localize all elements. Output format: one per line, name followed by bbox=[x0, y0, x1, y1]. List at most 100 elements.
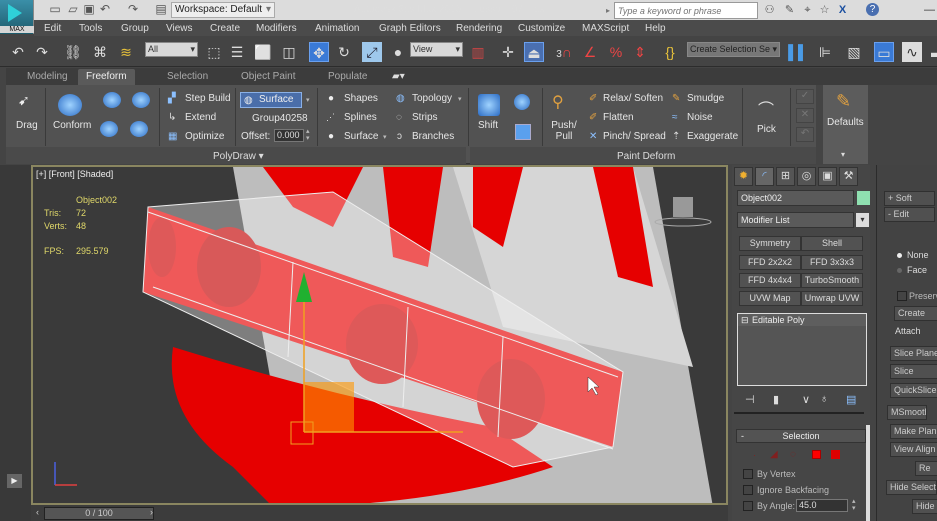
modifier-shell-button[interactable]: Shell bbox=[801, 236, 863, 251]
menu-customize[interactable]: Customize bbox=[518, 23, 565, 34]
prev-frame-icon[interactable]: ‹ bbox=[36, 507, 39, 517]
hierarchy-tab-icon[interactable]: ⊞ bbox=[776, 167, 795, 186]
mirror-icon[interactable]: ▌▌ bbox=[788, 42, 808, 62]
time-slider[interactable]: 0 / 100 bbox=[44, 507, 154, 520]
minimize-icon[interactable]: — bbox=[922, 3, 937, 17]
display-tab-icon[interactable]: ▣ bbox=[818, 167, 837, 186]
conform-move-icon[interactable] bbox=[132, 92, 150, 108]
soft-selection-rollout[interactable]: + Soft bbox=[884, 191, 935, 206]
percent-snap-icon[interactable]: % bbox=[606, 42, 626, 62]
menu-graph-editors[interactable]: Graph Editors bbox=[379, 23, 441, 34]
binoculars-icon[interactable]: ⚇ bbox=[762, 3, 777, 17]
relax-soften-button[interactable]: Relax/ Soften bbox=[603, 93, 663, 104]
by-vertex-checkbox[interactable] bbox=[743, 469, 753, 479]
menu-views[interactable]: Views bbox=[166, 23, 193, 34]
spinner-snap-icon[interactable]: ⇕ bbox=[630, 42, 650, 62]
modify-tab-icon[interactable]: ◜ bbox=[755, 167, 774, 186]
angle-snap-icon[interactable]: ∠ bbox=[580, 42, 600, 62]
exaggerate-button[interactable]: Exaggerate bbox=[687, 131, 738, 142]
stack-item-editable-poly[interactable]: ⊟ Editable Poly bbox=[738, 314, 866, 326]
modifier-ffd2-button[interactable]: FFD 2x2x2 bbox=[739, 255, 801, 270]
spinner-arrows-icon[interactable]: ▴ ▾ bbox=[852, 498, 856, 512]
angle-spinner[interactable]: 45.0 bbox=[796, 499, 848, 512]
utilities-tab-icon[interactable]: ⚒ bbox=[839, 167, 858, 186]
modifier-list-dropdown[interactable]: Modifier List bbox=[737, 212, 854, 228]
ignore-backfacing-checkbox[interactable] bbox=[743, 485, 753, 495]
create-button[interactable]: Create bbox=[894, 306, 937, 321]
step-build-button[interactable]: Step Build bbox=[185, 93, 231, 104]
conform-use-icon[interactable] bbox=[130, 121, 148, 137]
select-rotate-icon[interactable]: ↻ bbox=[334, 42, 354, 62]
paint-deform-panel-label[interactable]: Paint Deform bbox=[617, 151, 675, 162]
viewport-front[interactable] bbox=[31, 165, 728, 505]
star-icon[interactable]: ☆ bbox=[817, 3, 832, 17]
slice-plane-button[interactable]: Slice Plane bbox=[890, 346, 937, 361]
project-folder-icon[interactable]: ▤ bbox=[154, 3, 168, 16]
shapes-button[interactable]: Shapes bbox=[344, 93, 378, 104]
slice-button[interactable]: Slice bbox=[890, 364, 937, 379]
menu-rendering[interactable]: Rendering bbox=[456, 23, 502, 34]
polydraw-panel-label[interactable]: PolyDraw ▾ bbox=[213, 151, 264, 162]
extend-button[interactable]: Extend bbox=[185, 112, 216, 123]
quickslice-button[interactable]: QuickSlice bbox=[890, 383, 937, 398]
exchange-icon[interactable]: X bbox=[835, 3, 850, 17]
scene-explorer-icon[interactable]: ▭ bbox=[874, 42, 894, 62]
revert-icon[interactable]: ↶ bbox=[796, 127, 814, 142]
tab-selection[interactable]: Selection bbox=[167, 71, 208, 82]
menu-help[interactable]: Help bbox=[645, 23, 666, 34]
tab-modeling[interactable]: Modeling bbox=[27, 71, 68, 82]
element-level-icon[interactable] bbox=[831, 450, 840, 459]
branches-button[interactable]: Branches bbox=[412, 131, 454, 142]
strips-button[interactable]: Strips bbox=[412, 112, 438, 123]
menu-group[interactable]: Group bbox=[121, 23, 149, 34]
edit-geometry-rollout[interactable]: - Edit bbox=[884, 207, 935, 222]
make-planar-button[interactable]: Make Plan bbox=[890, 424, 937, 439]
menu-maxscript[interactable]: MAXScript bbox=[582, 23, 629, 34]
align-icon[interactable]: ⊫ bbox=[815, 42, 835, 62]
make-unique-icon[interactable]: ∨ bbox=[802, 393, 810, 406]
help-icon[interactable]: ? bbox=[866, 3, 879, 16]
viewport-label[interactable]: [+] [Front] [Shaded] bbox=[36, 169, 113, 179]
menu-edit[interactable]: Edit bbox=[44, 23, 61, 34]
spinner-arrows-icon[interactable]: ▴ ▾ bbox=[306, 128, 310, 142]
motion-tab-icon[interactable]: ◎ bbox=[797, 167, 816, 186]
push-pull-button[interactable]: Push/ Pull bbox=[551, 120, 577, 142]
menu-create[interactable]: Create bbox=[210, 23, 240, 34]
noise-button[interactable]: Noise bbox=[687, 112, 713, 123]
by-angle-checkbox[interactable] bbox=[743, 501, 753, 511]
rect-selection-icon[interactable]: ⬜ bbox=[253, 42, 273, 62]
curve-editor-icon[interactable]: ∿ bbox=[902, 42, 922, 62]
layer-manager-icon[interactable]: ▧ bbox=[844, 42, 864, 62]
wrench-icon[interactable]: ✎ bbox=[782, 3, 797, 17]
conform-freeze-icon[interactable] bbox=[100, 121, 118, 137]
shift-rotate-icon[interactable] bbox=[514, 94, 530, 110]
named-selection-dropdown[interactable]: Create Selection Se ▾ bbox=[687, 42, 780, 57]
surface-button[interactable]: Surface bbox=[344, 131, 378, 142]
face-radio[interactable] bbox=[897, 268, 902, 273]
schematic-view-icon[interactable]: ▬ bbox=[928, 42, 937, 62]
select-object-icon[interactable]: ⬚ bbox=[204, 42, 224, 62]
workspace-dropdown[interactable]: Workspace: Default ▾ bbox=[171, 2, 275, 18]
tab-freeform[interactable]: Freeform bbox=[78, 69, 135, 85]
undo-quick-icon[interactable]: ↶ bbox=[98, 3, 112, 16]
view-align-button[interactable]: View Align bbox=[890, 442, 937, 457]
selection-filter-dropdown[interactable]: All ▾ bbox=[145, 42, 198, 57]
search-input[interactable] bbox=[614, 2, 758, 19]
pin-stack-icon[interactable]: ⊣ bbox=[745, 393, 755, 406]
select-manipulate-icon[interactable]: ✛ bbox=[498, 42, 518, 62]
modifier-symmetry-button[interactable]: Symmetry bbox=[739, 236, 801, 251]
select-move-icon[interactable]: ✥ bbox=[309, 42, 329, 62]
topology-dropdown-icon[interactable]: ▾ bbox=[458, 95, 462, 103]
app-menu-button[interactable]: MAX bbox=[0, 0, 34, 34]
pinch-spread-button[interactable]: Pinch/ Spread bbox=[603, 131, 666, 142]
gizmo-plane[interactable] bbox=[304, 382, 354, 432]
drag-button[interactable]: Drag bbox=[16, 120, 38, 131]
chevron-down-icon[interactable]: ▾ bbox=[856, 213, 869, 227]
reference-coord-dropdown[interactable]: View ▾ bbox=[410, 42, 463, 57]
pick-button[interactable]: Pick bbox=[757, 124, 776, 135]
keyboard-shortcut-override-icon[interactable]: ⏏ bbox=[524, 42, 544, 62]
edge-level-icon[interactable]: ◢ bbox=[770, 449, 778, 460]
pivot-center-icon[interactable]: ▥ bbox=[468, 42, 488, 62]
defaults-panel[interactable]: ✎ Defaults ▾ bbox=[823, 85, 868, 164]
polygon-level-icon[interactable] bbox=[812, 450, 821, 459]
